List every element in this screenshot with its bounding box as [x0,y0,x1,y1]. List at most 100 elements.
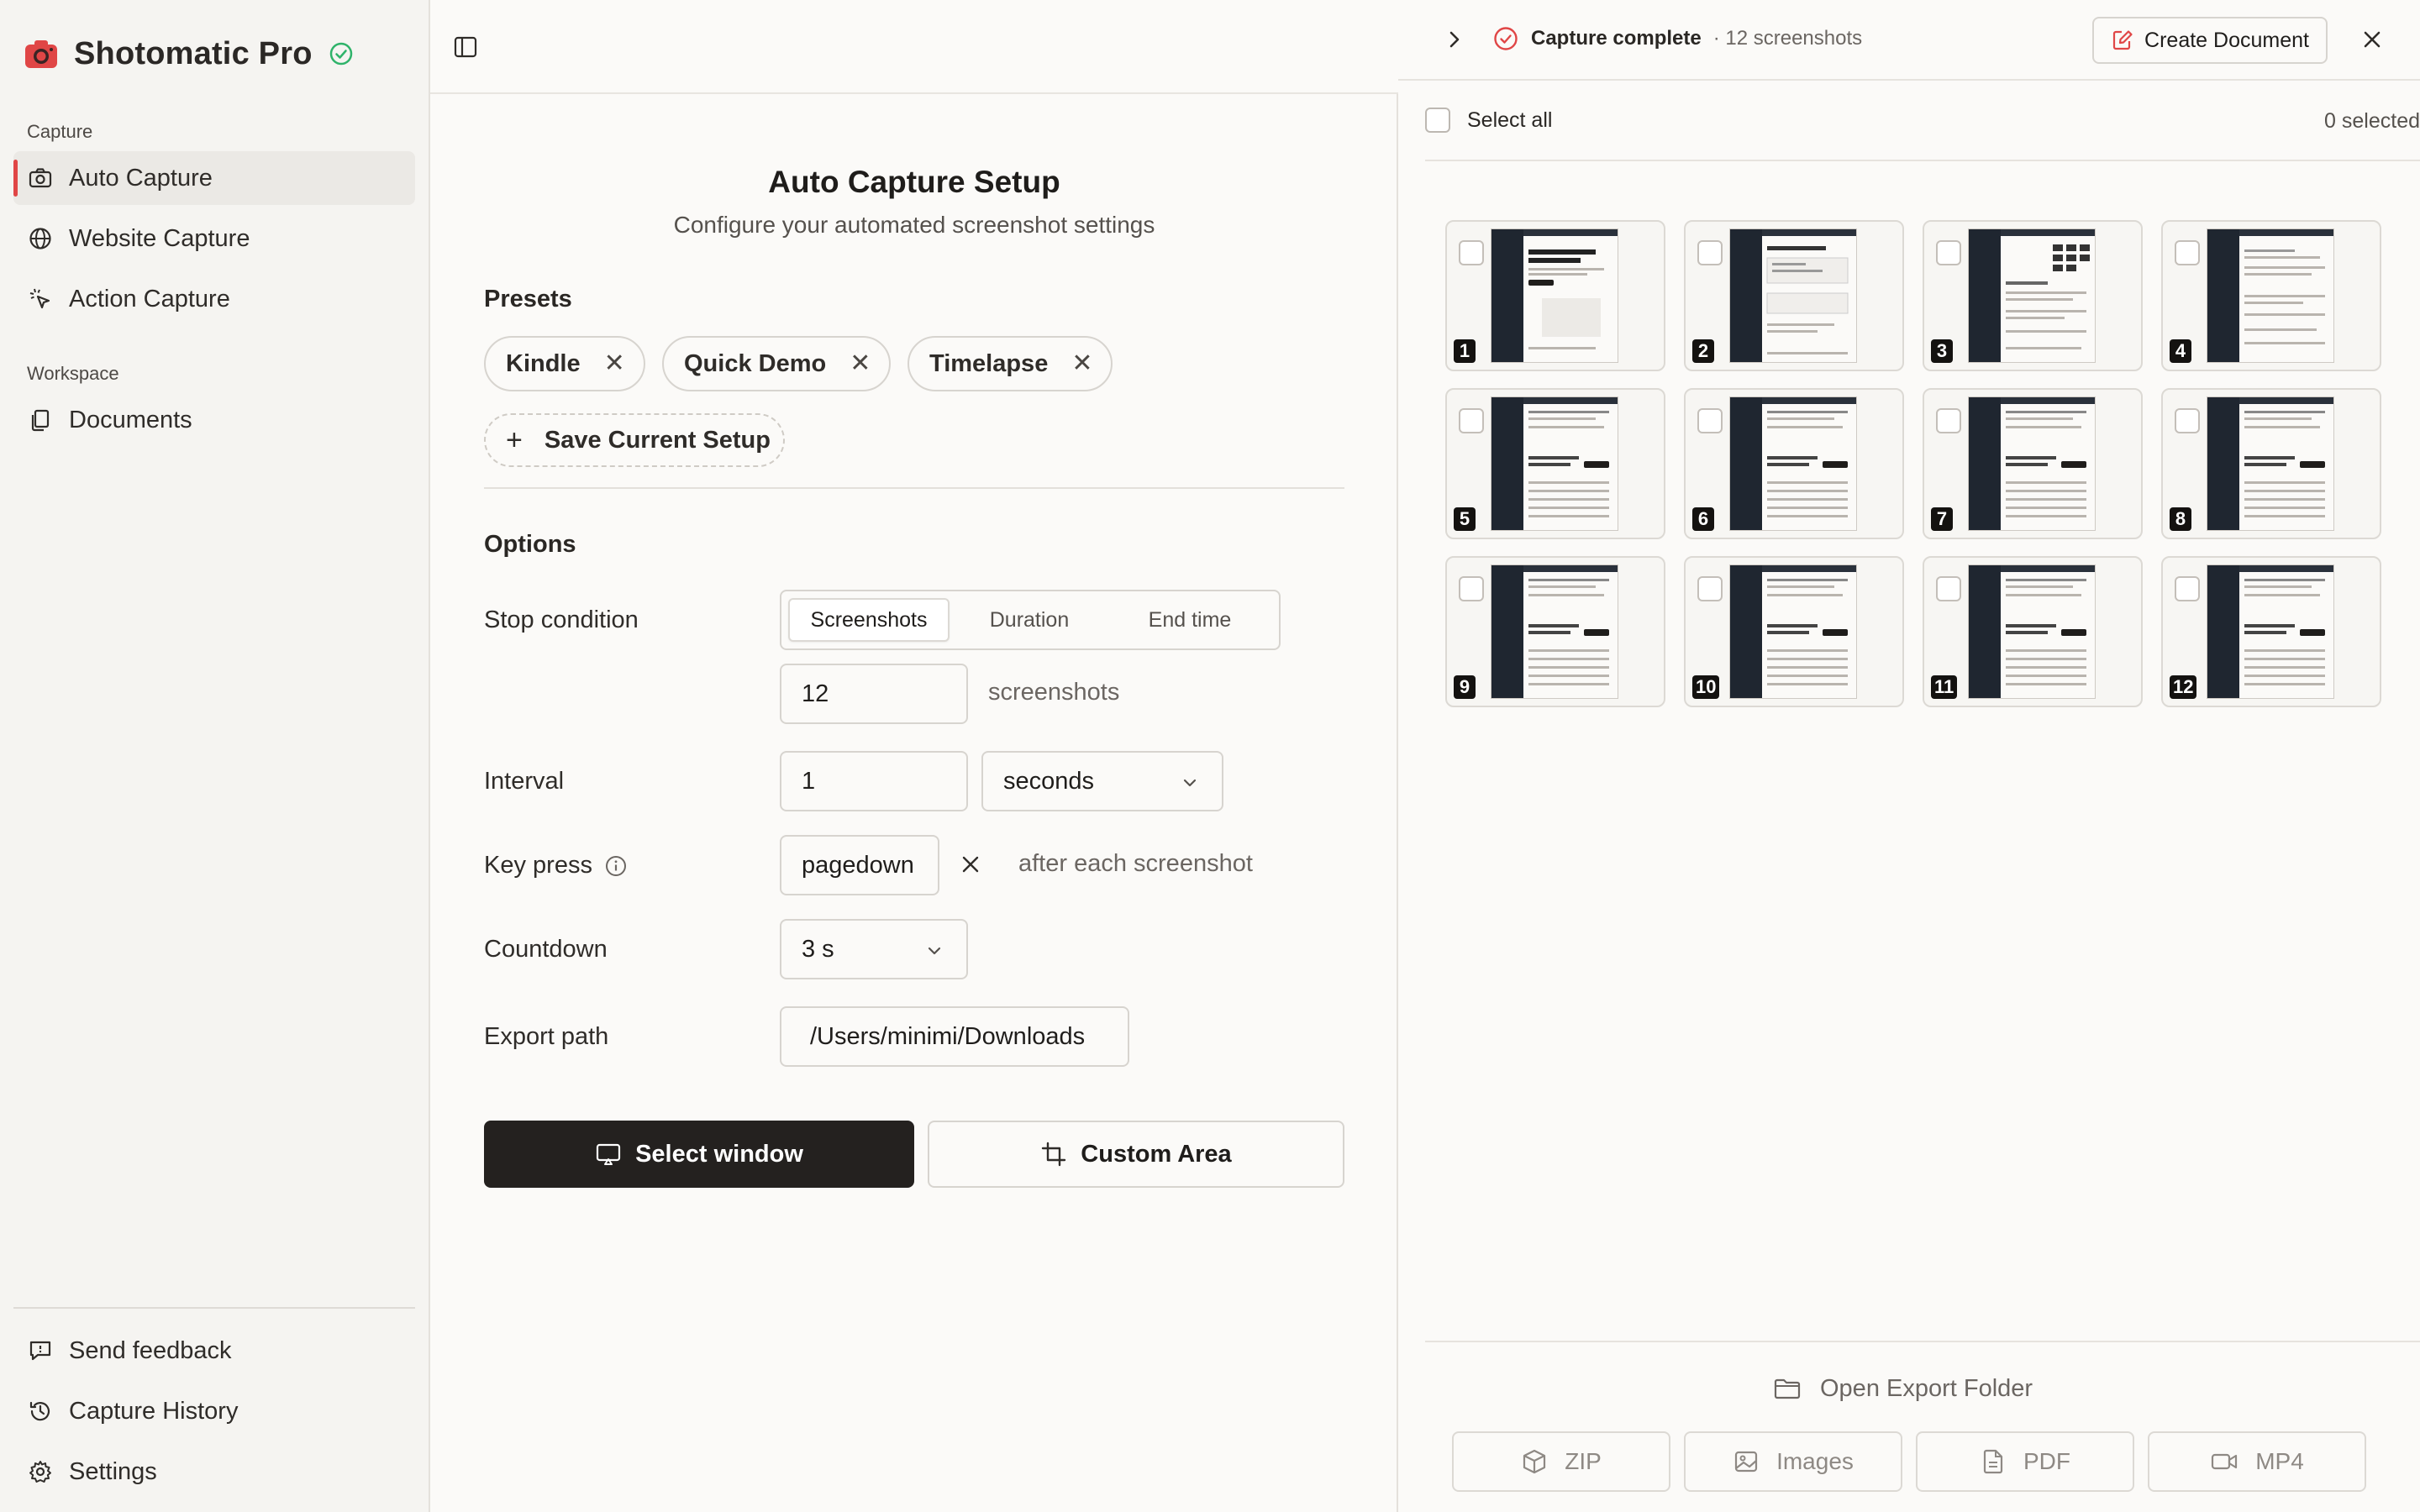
select-window-button[interactable]: Select window [484,1121,914,1188]
interval-unit-select[interactable]: seconds [981,751,1223,811]
preset-chip-kindle[interactable]: Kindle ✕ [484,336,645,391]
thumbnail-checkbox[interactable] [1459,576,1484,601]
thumbnail-number: 8 [2170,507,2191,531]
thumbnail-checkbox[interactable] [2175,576,2200,601]
sidebar-item-label: Capture History [69,1397,239,1425]
thumbnail-checkbox[interactable] [1936,240,1961,265]
stop-condition-label: Stop condition [484,606,639,633]
preset-chip-label: Quick Demo [684,349,827,377]
export-images-label: Images [1776,1448,1854,1474]
create-document-button[interactable]: Create Document [2092,17,2328,64]
collapse-panel-button[interactable] [1442,27,1467,52]
thumbnail-checkbox[interactable] [2175,240,2200,265]
thumbnail-card[interactable]: 4 [2161,220,2381,371]
screenshot-thumbnail [1491,564,1618,699]
thumbnail-checkbox[interactable] [1936,576,1961,601]
save-current-setup-button[interactable]: + Save Current Setup [484,413,785,467]
thumbnail-card[interactable]: 2 [1684,220,1904,371]
sidebar-item-auto-capture[interactable]: Auto Capture [13,151,415,205]
folder-icon [1773,1374,1802,1403]
crop-icon [1040,1141,1067,1168]
thumbnail-checkbox[interactable] [1936,408,1961,433]
documents-icon [27,407,54,433]
click-icon [27,286,54,312]
remove-preset-icon[interactable]: ✕ [1071,351,1092,376]
select-all-label: Select all [1467,108,1553,132]
sidebar-item-label: Send feedback [69,1336,232,1364]
screenshot-thumbnail [2207,396,2334,531]
options-title: Options [484,531,576,558]
thumbnail-card[interactable]: 5 [1445,388,1665,539]
sidebar-toggle-button[interactable] [449,30,482,64]
preset-chip-timelapse[interactable]: Timelapse ✕ [908,336,1113,391]
panel-header: Capture complete · 12 screenshots Create… [1398,0,2420,81]
close-panel-button[interactable] [2360,27,2385,52]
segment-screenshots[interactable]: Screenshots [788,598,950,642]
interval-label: Interval [484,768,565,795]
thumbnail-card[interactable]: 9 [1445,556,1665,707]
segment-duration[interactable]: Duration [951,598,1107,642]
thumbnail-card[interactable]: 12 [2161,556,2381,707]
chevron-down-icon [1181,774,1198,791]
export-mp4-button[interactable]: MP4 [2148,1431,2366,1492]
open-export-folder-button[interactable]: Open Export Folder [1773,1374,2033,1403]
remove-preset-icon[interactable]: ✕ [850,351,871,376]
sidebar-item-send-feedback[interactable]: Send feedback [13,1324,415,1378]
thumbnail-checkbox[interactable] [2175,408,2200,433]
screenshot-thumbnail [1729,396,1857,531]
thumbnail-card[interactable]: 3 [1923,220,2143,371]
info-icon[interactable] [604,854,628,878]
thumbnail-checkbox[interactable] [1697,576,1723,601]
sidebar-item-capture-history[interactable]: Capture History [13,1384,415,1438]
select-all-checkbox[interactable] [1425,108,1450,133]
interval-input[interactable]: 1 [780,751,968,811]
thumbnail-checkbox[interactable] [1697,240,1723,265]
plus-icon: + [506,423,523,456]
stop-condition-segmented: Screenshots Duration End time [780,590,1281,650]
sidebar-item-website-capture[interactable]: Website Capture [13,212,415,265]
key-press-input[interactable]: pagedown [780,835,939,895]
segment-end-time[interactable]: End time [1109,598,1270,642]
preset-chip-quick-demo[interactable]: Quick Demo ✕ [662,336,892,391]
sidebar-item-documents[interactable]: Documents [13,393,415,447]
screenshot-thumbnail [1968,564,2096,699]
sidebar-toggle-icon [453,34,478,60]
sidebar-item-label: Settings [69,1457,157,1485]
thumbnail-checkbox[interactable] [1459,408,1484,433]
export-path-label: Export path [484,1023,609,1050]
screenshot-count-unit: screenshots [988,679,1120,706]
thumbnail-checkbox[interactable] [1459,240,1484,265]
thumbnail-card[interactable]: 11 [1923,556,2143,707]
video-icon [2210,1448,2238,1475]
thumbnail-card[interactable]: 1 [1445,220,1665,371]
sidebar-item-settings[interactable]: Settings [13,1445,415,1499]
page-title: Auto Capture Setup [768,165,1060,199]
close-icon [2360,27,2385,52]
sidebar-divider [13,1307,415,1309]
key-press-label-text: Key press [484,852,592,879]
thumbnail-card[interactable]: 6 [1684,388,1904,539]
export-zip-button[interactable]: ZIP [1452,1431,1670,1492]
thumbnail-number: 9 [1454,675,1476,699]
export-pdf-button[interactable]: PDF [1916,1431,2134,1492]
countdown-label: Countdown [484,936,608,963]
countdown-select[interactable]: 3 s [780,919,968,979]
thumbnail-checkbox[interactable] [1697,408,1723,433]
screenshot-count-input[interactable]: 12 [780,664,968,724]
countdown-value: 3 s [802,935,834,963]
sidebar-item-action-capture[interactable]: Action Capture [13,272,415,326]
file-icon [1980,1448,2007,1475]
thumbnail-card[interactable]: 10 [1684,556,1904,707]
thumbnail-number: 6 [1692,507,1714,531]
thumbnail-card[interactable]: 7 [1923,388,2143,539]
export-path-field[interactable]: /Users/minimi/Downloads [780,1006,1129,1067]
export-images-button[interactable]: Images [1684,1431,1902,1492]
section-divider [484,487,1344,489]
custom-area-button[interactable]: Custom Area [928,1121,1344,1188]
select-all-control[interactable]: Select all [1425,108,1552,133]
thumbnail-number: 7 [1931,507,1953,531]
clear-key-press-button[interactable] [958,852,983,877]
thumbnail-card[interactable]: 8 [2161,388,2381,539]
screenshot-thumbnail [1491,228,1618,363]
remove-preset-icon[interactable]: ✕ [604,351,625,376]
